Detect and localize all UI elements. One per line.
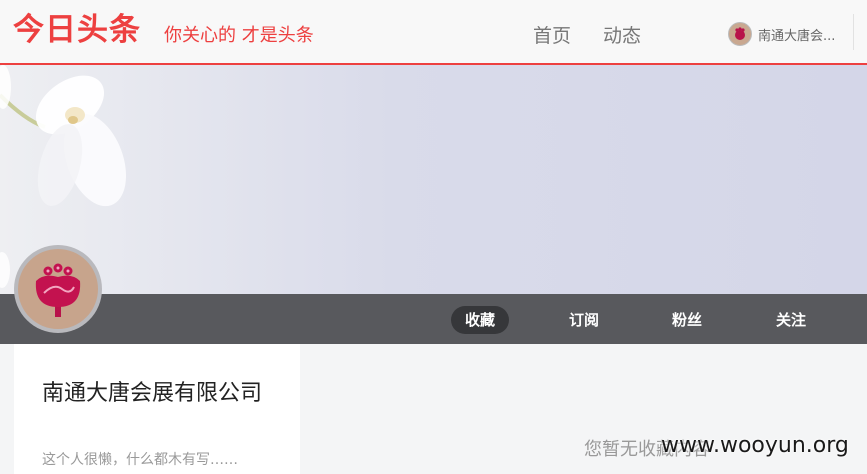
profile-tab-bar: 收藏 订阅 粉丝 关注	[0, 294, 867, 344]
orchid-flower-image	[0, 65, 127, 288]
nav-dynamic-link[interactable]: 动态	[603, 23, 641, 49]
user-name: 南通大唐会...	[758, 28, 836, 44]
profile-name: 南通大唐会展有限公司	[42, 381, 263, 406]
flower-logo-icon	[735, 27, 745, 40]
divider	[853, 14, 854, 50]
user-menu[interactable]: 南通大唐会...	[728, 21, 867, 47]
tab-following[interactable]: 关注	[762, 306, 820, 334]
profile-info-card: 南通大唐会展有限公司 这个人很懒，什么都木有写……	[14, 344, 300, 474]
profile-avatar[interactable]	[14, 245, 102, 333]
tab-subscriptions[interactable]: 订阅	[555, 306, 613, 334]
profile-banner	[0, 65, 867, 294]
avatar-image	[18, 249, 98, 329]
user-avatar-small	[728, 22, 752, 46]
tab-favorites[interactable]: 收藏	[451, 306, 510, 334]
top-navigation-bar: 今日头条 你关心的 才是头条 首页 动态 南通大唐会...	[0, 0, 867, 65]
profile-bio: 这个人很懒，什么都木有写……	[42, 452, 238, 468]
tab-followers[interactable]: 粉丝	[658, 306, 716, 334]
nav-home-link[interactable]: 首页	[533, 23, 571, 49]
toutiao-logo[interactable]: 今日头条	[13, 10, 141, 50]
slogan: 你关心的 才是头条	[164, 25, 314, 46]
flower-logo-icon	[35, 263, 81, 317]
watermark: www.wooyun.org	[661, 433, 849, 458]
